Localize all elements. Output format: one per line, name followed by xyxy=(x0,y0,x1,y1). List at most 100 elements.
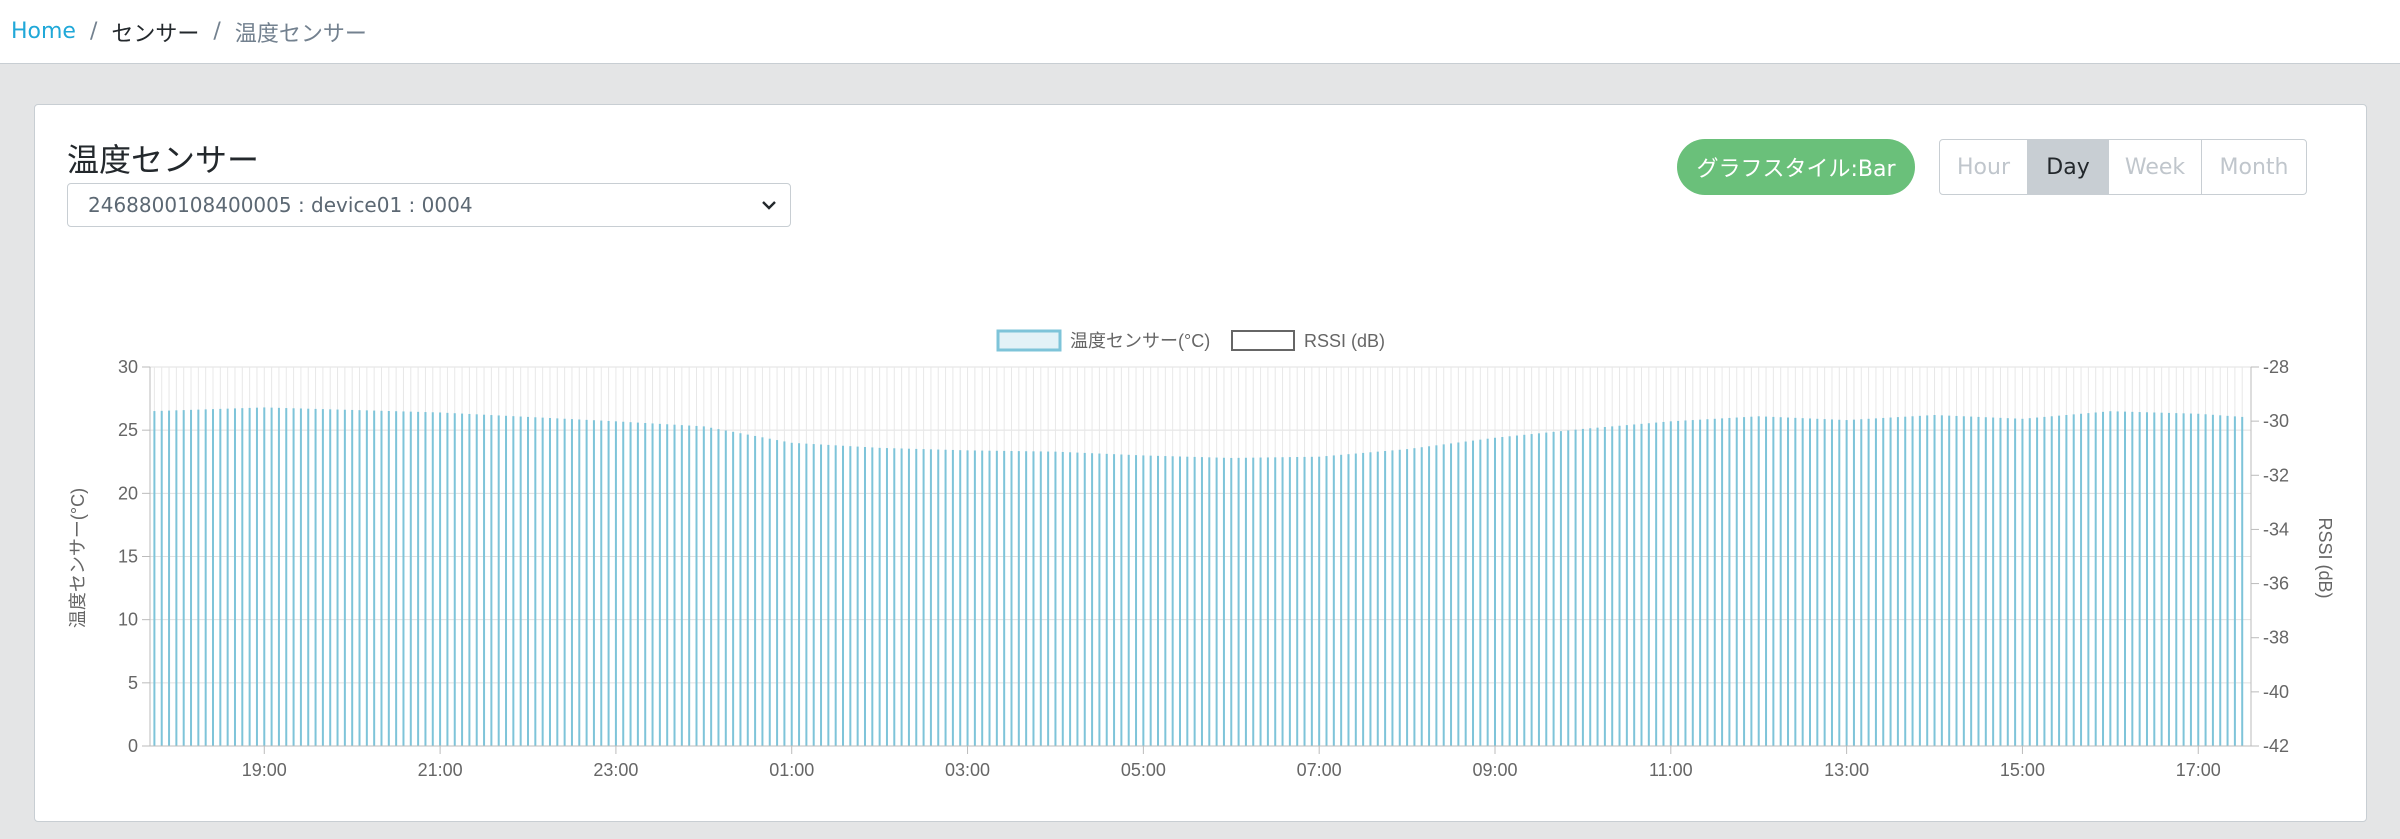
temp-bar xyxy=(1684,420,1687,746)
temp-bar xyxy=(1164,456,1167,746)
breadcrumb-current: 温度センサー xyxy=(234,21,367,47)
temp-bar xyxy=(431,412,434,746)
temp-bar xyxy=(1735,417,1738,746)
temp-bar xyxy=(424,412,427,746)
temp-bar xyxy=(2116,411,2119,746)
temp-bar xyxy=(1955,415,1958,746)
x-tick-label: 01:00 xyxy=(769,760,814,780)
temp-bar xyxy=(1530,434,1533,746)
temp-bar xyxy=(1537,433,1540,746)
temp-bar xyxy=(1772,416,1775,746)
temp-bar xyxy=(2131,411,2134,746)
temp-bar xyxy=(1288,457,1291,746)
temp-bar xyxy=(1823,419,1826,746)
temp-bar xyxy=(475,414,478,746)
temp-bar xyxy=(1105,453,1108,746)
y2-tick-label: -32 xyxy=(2263,465,2289,485)
temp-bar xyxy=(1596,427,1599,746)
temp-bar xyxy=(2080,413,2083,746)
y-tick-label: 0 xyxy=(128,736,138,756)
temp-bar xyxy=(175,410,178,746)
temp-bar xyxy=(622,421,625,746)
temp-bar xyxy=(988,450,991,746)
temp-bar xyxy=(1157,455,1160,746)
temp-bar xyxy=(351,409,354,746)
temp-bar xyxy=(1047,451,1050,746)
temp-bar xyxy=(527,416,530,746)
y-tick-label: 5 xyxy=(128,673,138,693)
temp-bar xyxy=(1721,418,1724,746)
temp-bar xyxy=(907,448,910,746)
temp-bar xyxy=(790,442,793,746)
y-tick-label: 10 xyxy=(118,610,138,630)
temp-bar xyxy=(1618,425,1621,746)
temp-bar xyxy=(644,423,647,746)
legend-rssi-swatch xyxy=(1231,330,1295,351)
temp-bar xyxy=(570,419,573,746)
temp-bar xyxy=(468,413,471,746)
temp-bar xyxy=(614,421,617,746)
temp-bar xyxy=(915,448,918,746)
temp-bar xyxy=(1222,457,1225,746)
temp-bars xyxy=(153,407,2244,746)
y-tick-label: 20 xyxy=(118,483,138,503)
temp-bar xyxy=(1611,426,1614,746)
x-tick-label: 21:00 xyxy=(418,760,463,780)
temp-bar xyxy=(548,418,551,746)
temp-bar xyxy=(1977,416,1980,746)
temp-bar xyxy=(2102,411,2105,746)
temp-bar xyxy=(798,443,801,746)
temp-bar xyxy=(1332,455,1335,746)
temp-bar xyxy=(1237,457,1240,746)
temp-bar xyxy=(1303,456,1306,746)
temp-bar xyxy=(1193,456,1196,746)
temp-bar xyxy=(812,444,815,746)
temp-bar xyxy=(1852,419,1855,746)
x-tick-label: 17:00 xyxy=(2176,760,2221,780)
temp-bar xyxy=(2050,416,2053,746)
y2-tick-label: -42 xyxy=(2263,736,2289,756)
temp-bar xyxy=(1142,455,1145,746)
temp-bar xyxy=(336,409,339,746)
temp-bar xyxy=(1354,453,1357,746)
temp-bar xyxy=(1493,437,1496,746)
temp-bar xyxy=(1647,423,1650,746)
temp-bar xyxy=(666,424,669,746)
temp-bar xyxy=(1442,444,1445,746)
temp-bar xyxy=(863,447,866,746)
temp-bar xyxy=(1413,448,1416,746)
temp-bar xyxy=(2087,413,2090,746)
temp-bar xyxy=(739,433,742,746)
temp-bar xyxy=(2211,414,2214,746)
temp-bar xyxy=(1450,443,1453,746)
temp-bar xyxy=(2204,414,2207,746)
temp-bar xyxy=(1135,455,1138,746)
temp-bar xyxy=(541,417,544,746)
temp-bar xyxy=(1801,418,1804,746)
temp-bar xyxy=(1559,431,1562,746)
temp-bar xyxy=(820,444,823,746)
temp-bar xyxy=(563,418,566,746)
temp-bar xyxy=(1039,451,1042,746)
temp-bar xyxy=(190,409,193,746)
temp-bar xyxy=(1076,452,1079,746)
temp-bar xyxy=(219,408,222,746)
temp-bar xyxy=(1127,454,1130,746)
temp-bar xyxy=(834,445,837,746)
temp-bar xyxy=(1669,421,1672,746)
temp-bar xyxy=(592,420,595,746)
temp-bar xyxy=(1391,450,1394,746)
temp-bar xyxy=(1003,450,1006,746)
temp-bar xyxy=(1384,451,1387,746)
temp-bar xyxy=(1794,417,1797,746)
x-tick-label: 07:00 xyxy=(1297,760,1342,780)
temp-bar xyxy=(409,411,412,746)
breadcrumb-home-link[interactable]: Home xyxy=(11,19,76,44)
temp-bar xyxy=(761,437,764,746)
temp-bar xyxy=(402,411,405,746)
temp-bar xyxy=(695,425,698,746)
y2-tick-label: -36 xyxy=(2263,574,2289,594)
breadcrumb-sensor[interactable]: センサー xyxy=(111,16,199,48)
temp-bar xyxy=(1178,456,1181,746)
temp-bar xyxy=(900,448,903,746)
